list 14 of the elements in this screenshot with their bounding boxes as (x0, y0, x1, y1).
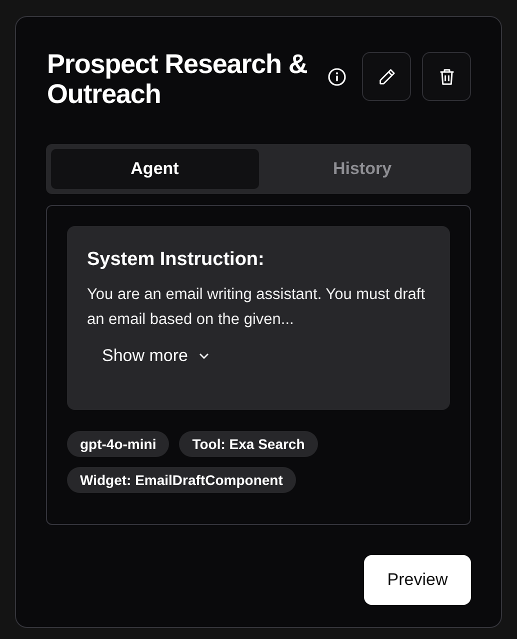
agent-title: Prospect Research & Outreach (47, 49, 308, 109)
instruction-heading: System Instruction: (87, 248, 266, 272)
tab[interactable]: Agent (51, 149, 258, 189)
edit-button[interactable] (362, 52, 411, 101)
tag: Widget: EmailDraftComponent (67, 467, 296, 493)
preview-button[interactable]: Preview (364, 555, 471, 605)
tag: gpt-4o-mini (67, 431, 170, 457)
delete-button[interactable] (422, 52, 471, 101)
tag: Tool: Exa Search (179, 431, 318, 457)
pencil-icon (376, 66, 396, 86)
info-icon[interactable] (327, 66, 347, 86)
instruction-text: You are an email writing assistant. You must draft an email based on the given... (87, 285, 426, 330)
tab[interactable]: History (258, 149, 466, 189)
show-more-button[interactable]: Show more (102, 346, 210, 366)
